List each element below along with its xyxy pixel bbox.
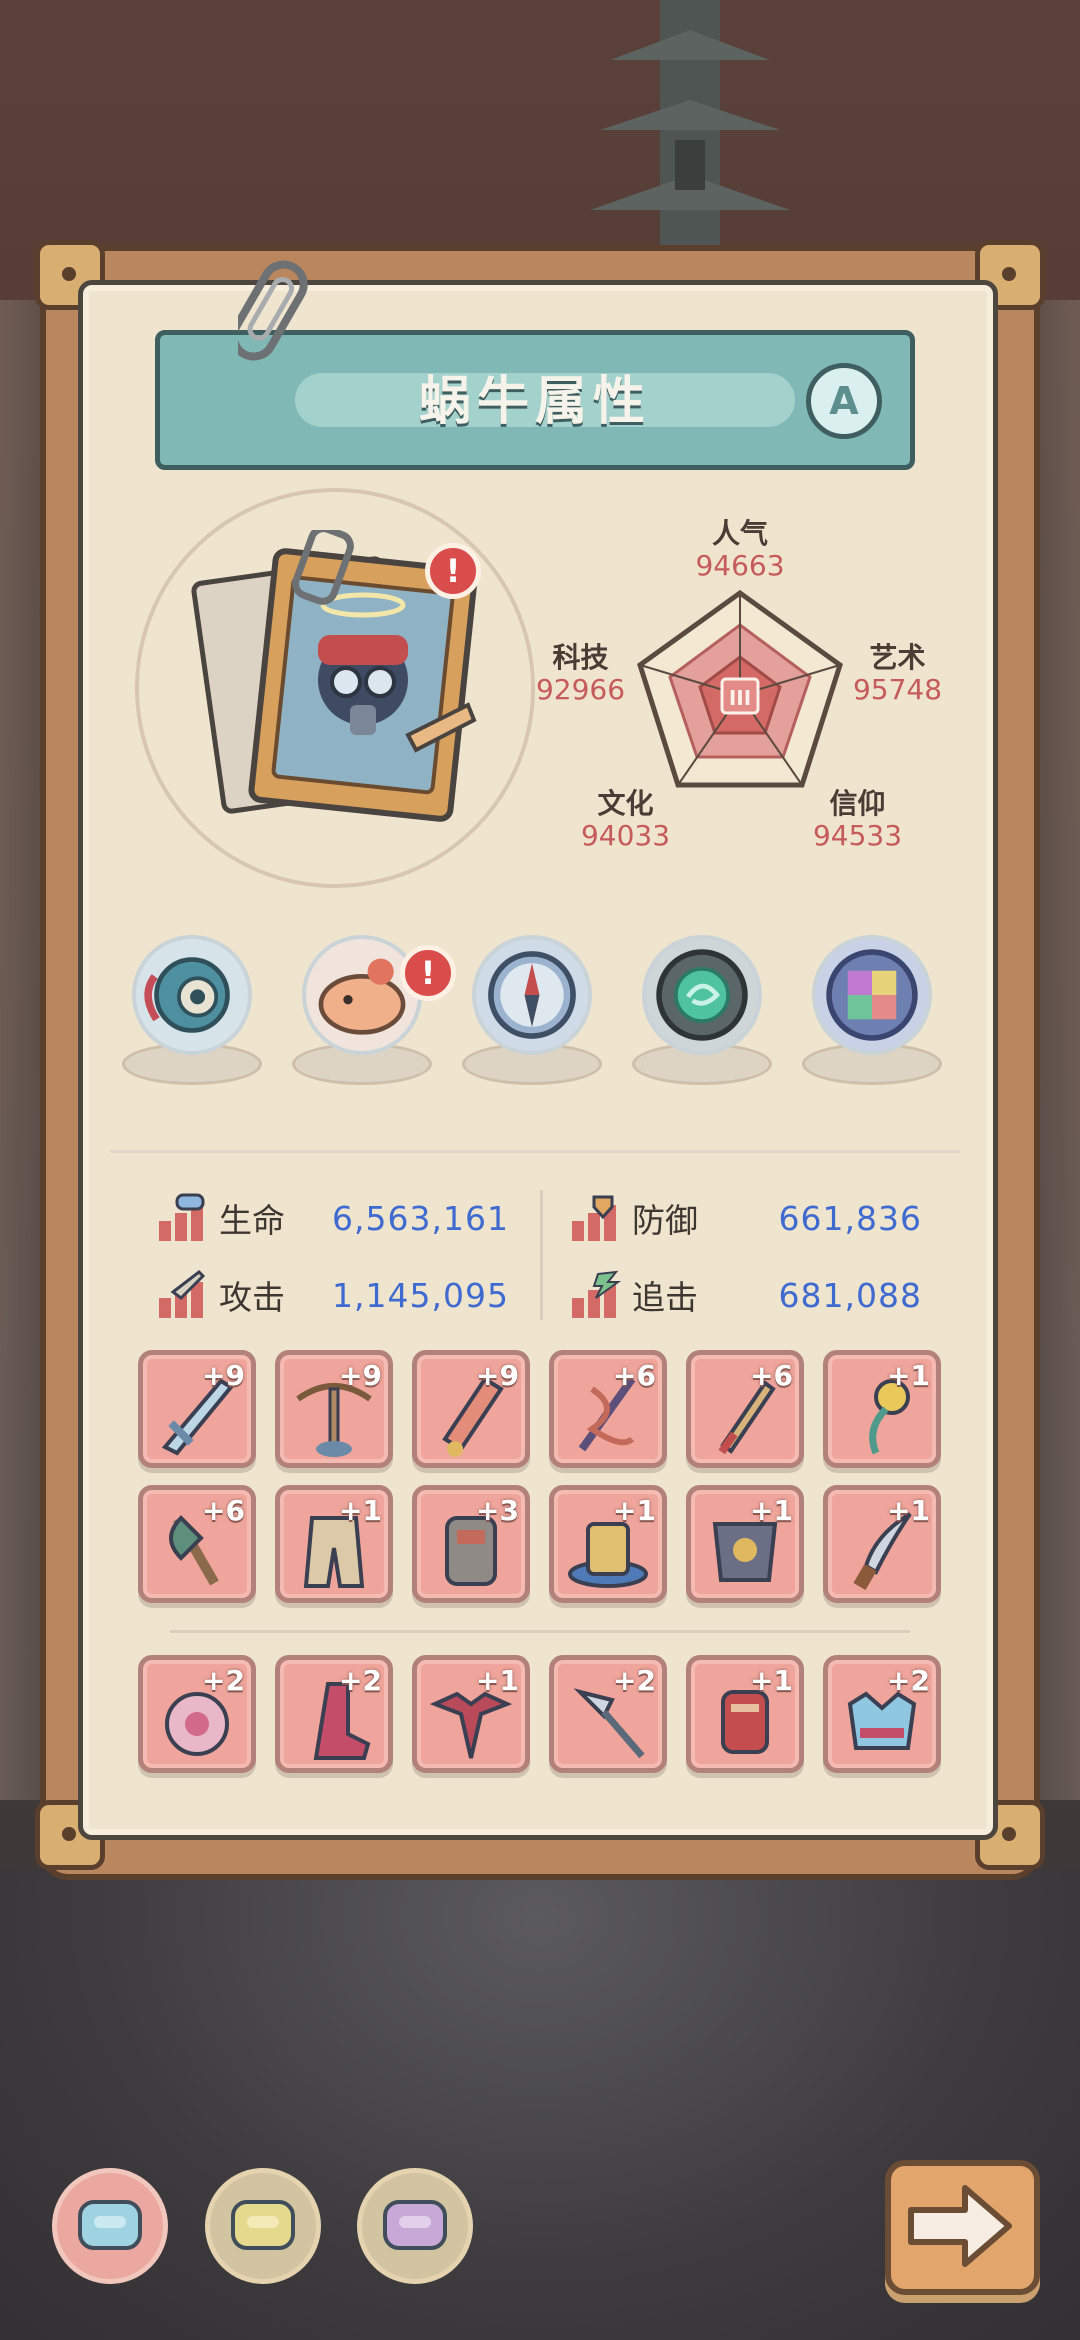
equip-slot-spear[interactable]: +2 bbox=[549, 1655, 667, 1773]
stat-defense-value: 661,836 bbox=[778, 1198, 922, 1238]
pufferfish-icon bbox=[318, 958, 406, 1035]
radar-value-faith: 94533 bbox=[812, 819, 903, 852]
radar-label-culture: 文化 94033 bbox=[573, 788, 678, 852]
relic-orb-jade-ring[interactable] bbox=[632, 935, 772, 1095]
equip-level: +6 bbox=[613, 1359, 656, 1392]
stat-hp-label: 生命 bbox=[219, 1201, 285, 1240]
equip-slot-armor[interactable]: +3 bbox=[412, 1485, 530, 1603]
equip-level: +9 bbox=[476, 1359, 519, 1392]
equip-level: +2 bbox=[339, 1664, 382, 1697]
gem-cube-icon bbox=[826, 949, 918, 1041]
attribute-radar-chart: III bbox=[637, 589, 843, 788]
next-button[interactable] bbox=[885, 2160, 1040, 2295]
equip-slot-winged-helm[interactable]: +1 bbox=[412, 1655, 530, 1773]
equip-slot-gauntlet[interactable]: +1 bbox=[686, 1655, 804, 1773]
equip-slot-crown[interactable]: +2 bbox=[823, 1655, 941, 1773]
equip-slot-blade[interactable]: +9 bbox=[412, 1350, 530, 1468]
stat-hp: 生命 6,563,161 bbox=[155, 1193, 515, 1243]
stat-chase-value: 681,088 bbox=[778, 1275, 922, 1315]
equip-level: +3 bbox=[476, 1494, 519, 1527]
equip-level: +1 bbox=[887, 1494, 930, 1527]
stat-hp-value: 6,563,161 bbox=[332, 1198, 509, 1238]
stat-attack-label: 攻击 bbox=[219, 1278, 285, 1317]
arrow-right-icon bbox=[908, 2185, 1012, 2267]
equip-slot-hat[interactable]: +1 bbox=[549, 1485, 667, 1603]
equip-level: +1 bbox=[476, 1664, 519, 1697]
snail-select-button-2[interactable] bbox=[205, 2168, 321, 2284]
compass-icon bbox=[488, 951, 576, 1039]
jade-ring-icon bbox=[656, 949, 748, 1041]
stat-defense: 防御 661,836 bbox=[568, 1193, 928, 1243]
equip-level: +9 bbox=[339, 1359, 382, 1392]
section-divider bbox=[110, 1150, 960, 1153]
equip-level: +9 bbox=[202, 1359, 245, 1392]
portrait-alert-badge: ! bbox=[425, 543, 481, 599]
equip-slot-boots[interactable]: +2 bbox=[275, 1655, 393, 1773]
equip-level: +1 bbox=[750, 1664, 793, 1697]
equip-level: +2 bbox=[887, 1664, 930, 1697]
snail-face-yellow-icon bbox=[231, 2200, 295, 2250]
radar-value-tech: 92966 bbox=[535, 673, 626, 706]
tentacle-eye-icon bbox=[144, 957, 230, 1033]
page-title: 蜗牛属性 bbox=[418, 372, 651, 432]
equip-divider bbox=[170, 1630, 910, 1633]
paperclip-icon bbox=[238, 260, 308, 361]
stats-divider bbox=[540, 1190, 543, 1320]
stat-attack: 攻击 1,145,095 bbox=[155, 1270, 515, 1320]
equip-level: +1 bbox=[339, 1494, 382, 1527]
relic-orb-eye[interactable] bbox=[122, 935, 262, 1095]
equip-slot-knife[interactable]: +1 bbox=[823, 1485, 941, 1603]
pagoda-tower bbox=[590, 0, 790, 250]
equip-level: +1 bbox=[887, 1359, 930, 1392]
equip-slot-serpent-staff[interactable]: +6 bbox=[549, 1350, 667, 1468]
radar-label-faith: 信仰 94533 bbox=[805, 788, 910, 852]
radar-label-art: 艺术 95748 bbox=[845, 642, 950, 706]
relic-orb-compass[interactable] bbox=[462, 935, 602, 1095]
equip-slot-scepter[interactable]: +1 bbox=[823, 1350, 941, 1468]
snail-select-button-3[interactable] bbox=[357, 2168, 473, 2284]
snail-face-purple-icon bbox=[383, 2200, 447, 2250]
radar-label-popularity: 人气 94663 bbox=[690, 518, 790, 582]
radar-value-art: 95748 bbox=[852, 673, 943, 706]
equip-slot-dagger[interactable]: +6 bbox=[686, 1350, 804, 1468]
stat-defense-label: 防御 bbox=[632, 1201, 698, 1240]
equip-level: +1 bbox=[613, 1494, 656, 1527]
equip-level: +6 bbox=[202, 1494, 245, 1527]
stat-chase-label: 追击 bbox=[632, 1278, 698, 1317]
equip-slot-hammer[interactable]: +9 bbox=[275, 1350, 393, 1468]
equip-level: +2 bbox=[202, 1664, 245, 1697]
stat-chase: 追击 681,088 bbox=[568, 1270, 928, 1320]
snail-select-button-1[interactable] bbox=[52, 2168, 168, 2284]
attack-icon bbox=[159, 1270, 206, 1318]
rank-badge[interactable]: A bbox=[806, 363, 882, 439]
radar-label-tech: 科技 92966 bbox=[528, 642, 633, 706]
equip-level: +2 bbox=[613, 1664, 656, 1697]
hp-icon bbox=[159, 1193, 205, 1241]
equip-slot-amulet[interactable]: +2 bbox=[138, 1655, 256, 1773]
defense-icon bbox=[572, 1195, 616, 1241]
relic-orb-gem-cube[interactable] bbox=[802, 935, 942, 1095]
chase-icon bbox=[572, 1270, 622, 1318]
radar-value-culture: 94033 bbox=[580, 819, 671, 852]
radar-value-popularity: 94663 bbox=[695, 549, 785, 582]
equip-slot-sword[interactable]: +9 bbox=[138, 1350, 256, 1468]
radar-rank-numeral: III bbox=[729, 686, 751, 710]
snail-face-blue-icon bbox=[78, 2200, 142, 2250]
relic-alert-badge: ! bbox=[400, 945, 456, 1001]
equip-level: +6 bbox=[750, 1359, 793, 1392]
equip-slot-chestplate[interactable]: +1 bbox=[686, 1485, 804, 1603]
stat-attack-value: 1,145,095 bbox=[332, 1275, 509, 1315]
equip-slot-pants[interactable]: +1 bbox=[275, 1485, 393, 1603]
equip-level: +1 bbox=[750, 1494, 793, 1527]
equip-slot-axe[interactable]: +6 bbox=[138, 1485, 256, 1603]
